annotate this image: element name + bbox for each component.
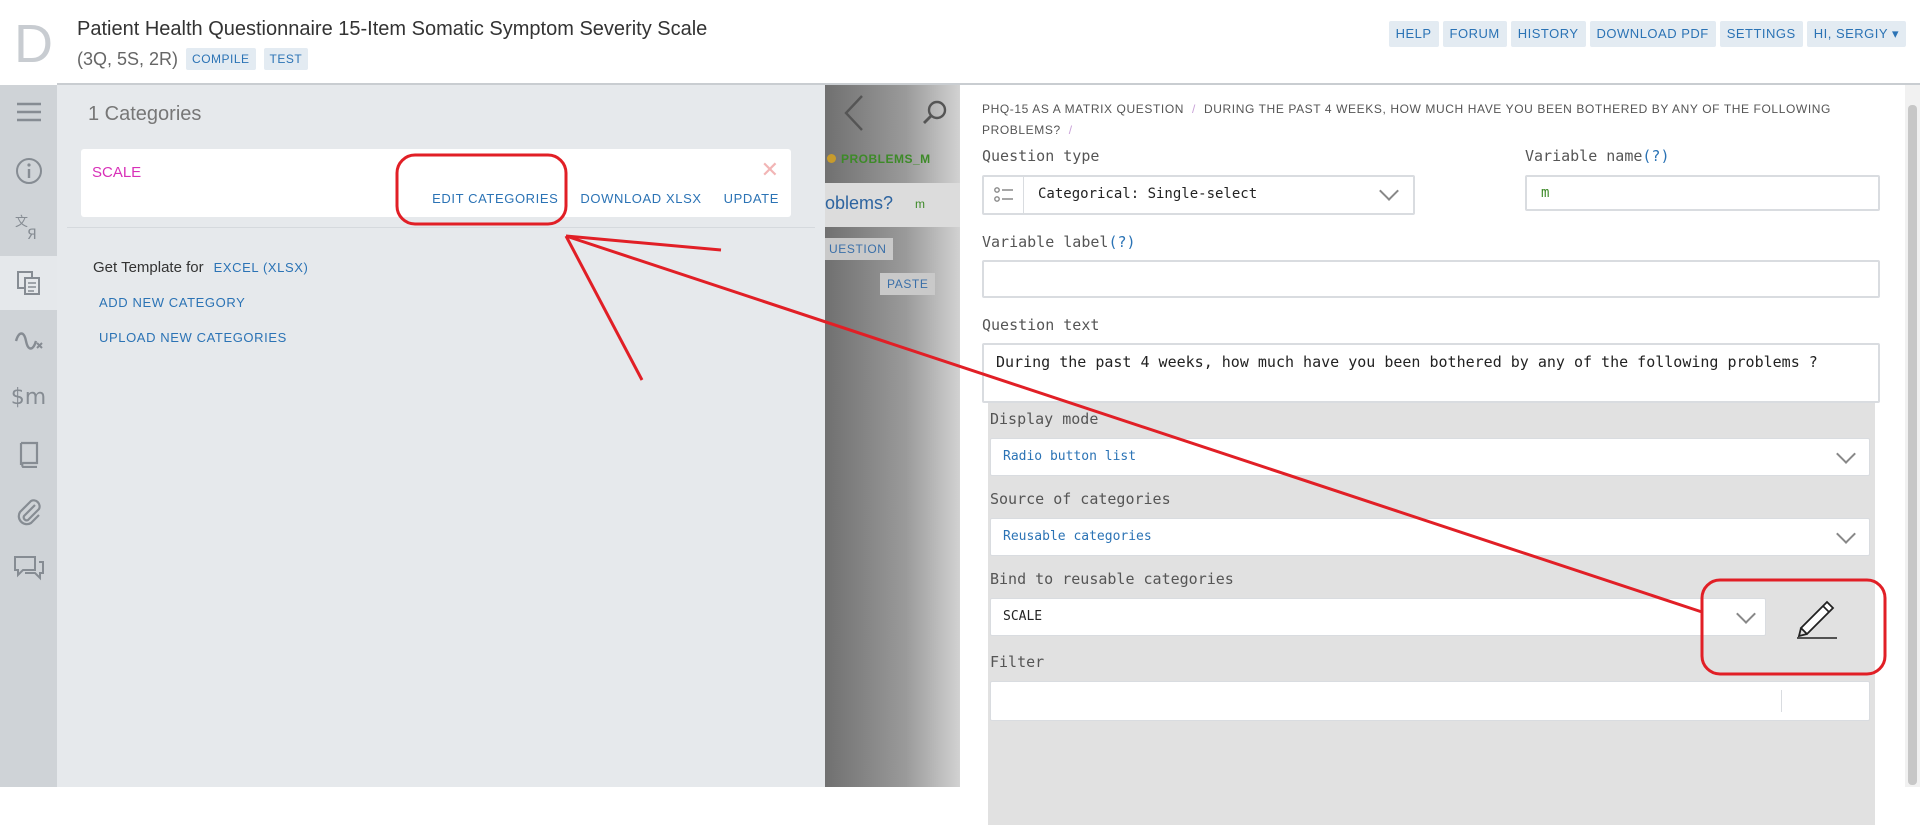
- attachment-icon[interactable]: [0, 485, 57, 539]
- svg-text:Я: Я: [27, 227, 37, 241]
- add-new-category-button[interactable]: ADD NEW CATEGORY: [99, 295, 245, 310]
- categories-count: 1 Categories: [88, 103, 202, 125]
- bind-reusable-select[interactable]: SCALE: [990, 598, 1766, 636]
- breadcrumb-separator: /: [1192, 102, 1196, 116]
- question-type-label: Question type: [982, 147, 1100, 165]
- breadcrumb: PHQ-15 AS A MATRIX QUESTION / DURING THE P…: [982, 99, 1882, 141]
- edit-categories-button[interactable]: EDIT CATEGORIES: [432, 191, 558, 206]
- menu-icon[interactable]: [0, 85, 57, 139]
- caret-down-icon: ▾: [1891, 26, 1899, 41]
- chevron-down-icon: [1379, 181, 1399, 201]
- filter-label: Filter: [990, 653, 1045, 671]
- chevron-down-icon: [1836, 524, 1856, 544]
- collapse-arrow-icon[interactable]: [825, 85, 883, 140]
- filter-divider: [1781, 690, 1782, 712]
- delete-category-icon[interactable]: ✕: [761, 157, 779, 183]
- history-button[interactable]: HISTORY: [1510, 21, 1586, 47]
- forum-button[interactable]: FORUM: [1442, 21, 1507, 47]
- question-text-input[interactable]: During the past 4 weeks, how much have y…: [982, 343, 1880, 403]
- question-text-value: During the past 4 weeks, how much have y…: [996, 353, 1818, 371]
- editor-scrollbar[interactable]: [1905, 85, 1920, 787]
- display-mode-value: Radio button list: [1003, 449, 1137, 464]
- comments-icon[interactable]: [0, 541, 57, 595]
- question-tree-item-text: oblems?: [825, 193, 894, 213]
- roster-tag[interactable]: PROBLEMS_M: [827, 152, 931, 166]
- bind-reusable-label: Bind to reusable categories: [990, 570, 1234, 588]
- questionnaire-subtitle: (3Q, 5S, 2R) COMPILE TEST: [77, 48, 309, 70]
- download-pdf-button[interactable]: DOWNLOAD PDF: [1589, 21, 1716, 47]
- question-tree-panel: PROBLEMS_M oblems? m UESTION PASTE: [825, 85, 960, 787]
- breadcrumb-separator: /: [1068, 123, 1073, 137]
- add-question-button[interactable]: UESTION: [825, 238, 893, 260]
- bind-reusable-value: SCALE: [1003, 609, 1043, 624]
- download-xlsx-button[interactable]: DOWNLOAD XLSX: [580, 191, 701, 206]
- help-button[interactable]: HELP: [1388, 21, 1439, 47]
- question-text-label: Question text: [982, 316, 1100, 334]
- question-tree-item[interactable]: oblems? m: [825, 183, 960, 227]
- search-icon[interactable]: [910, 93, 960, 133]
- breadcrumb-item-section[interactable]: PHQ-15 AS A MATRIX QUESTION: [982, 102, 1184, 116]
- macros-icon[interactable]: [0, 313, 57, 367]
- question-editor: PHQ-15 AS A MATRIX QUESTION / DURING THE P…: [960, 85, 1905, 825]
- display-mode-select[interactable]: Radio button list: [990, 438, 1870, 476]
- info-icon[interactable]: [0, 144, 57, 198]
- variable-name-help-icon[interactable]: (?): [1642, 147, 1669, 165]
- roster-dot: [827, 154, 836, 163]
- variable-label-input[interactable]: [982, 260, 1880, 298]
- chevron-down-icon: [1736, 604, 1756, 624]
- app-logo[interactable]: D: [14, 17, 53, 71]
- settings-button[interactable]: SETTINGS: [1719, 21, 1803, 47]
- roster-tag-label: PROBLEMS_M: [841, 152, 931, 166]
- source-of-categories-label: Source of categories: [990, 490, 1171, 508]
- question-tree-item-var: m: [915, 197, 925, 211]
- category-card: SCALE ✕ EDIT CATEGORIES DOWNLOAD XLSX UP…: [81, 149, 791, 217]
- compile-button[interactable]: COMPILE: [186, 48, 256, 70]
- user-greeting: HI, SERGIY: [1813, 26, 1888, 41]
- categories-panel: 1 Categories SCALE ✕ EDIT CATEGORIES DOW…: [57, 85, 825, 787]
- app-header: D Patient Health Questionnaire 15-Item S…: [0, 0, 1920, 85]
- test-button[interactable]: TEST: [263, 48, 309, 70]
- edit-reusable-categories-icon[interactable]: [1793, 594, 1839, 645]
- variables-icon[interactable]: $m: [0, 370, 57, 424]
- single-select-icon: [984, 177, 1024, 213]
- template-label: Get Template for: [93, 259, 204, 276]
- upload-new-categories-button[interactable]: UPLOAD NEW CATEGORIES: [99, 330, 287, 345]
- variable-name-label-text: Variable name: [1525, 147, 1643, 165]
- filter-input[interactable]: [990, 681, 1870, 721]
- category-name[interactable]: SCALE: [92, 164, 141, 181]
- update-button[interactable]: UPDATE: [724, 191, 779, 206]
- excel-template-link[interactable]: EXCEL (XLSX): [214, 260, 309, 275]
- variable-name-value: m: [1541, 185, 1550, 201]
- template-row: Get Template for EXCEL (XLSX): [93, 259, 309, 276]
- variable-label-label-text: Variable label: [982, 233, 1109, 251]
- chevron-down-icon: [1836, 444, 1856, 464]
- translation-icon[interactable]: 文Я: [0, 200, 57, 254]
- categories-icon[interactable]: [0, 256, 57, 310]
- variable-name-label: Variable name(?): [1525, 147, 1670, 165]
- variable-name-input[interactable]: m: [1525, 175, 1880, 211]
- questionnaire-title[interactable]: Patient Health Questionnaire 15-Item Som…: [77, 18, 707, 41]
- question-type-select[interactable]: Categorical: Single-select: [982, 175, 1415, 215]
- variable-label-help-icon[interactable]: (?): [1108, 233, 1135, 251]
- logo-area: D: [0, 0, 57, 85]
- paste-button[interactable]: PASTE: [880, 273, 936, 295]
- top-nav: HELP FORUM HISTORY DOWNLOAD PDF SETTINGS…: [1388, 21, 1906, 47]
- variable-label-label: Variable label(?): [982, 233, 1136, 251]
- user-menu-button[interactable]: HI, SERGIY ▾: [1806, 21, 1906, 47]
- source-of-categories-select[interactable]: Reusable categories: [990, 518, 1870, 556]
- category-actions: EDIT CATEGORIES DOWNLOAD XLSX UPDATE: [432, 191, 779, 206]
- divider: [67, 227, 815, 228]
- left-rail: 文Я $m: [0, 85, 57, 787]
- book-icon[interactable]: [0, 427, 57, 481]
- source-of-categories-value: Reusable categories: [1003, 529, 1152, 544]
- display-mode-label: Display mode: [990, 410, 1099, 428]
- scrollbar-thumb[interactable]: [1908, 105, 1917, 785]
- categories-settings-section: Display mode Radio button list Source of…: [988, 403, 1875, 825]
- question-type-value: Categorical: Single-select: [1038, 186, 1258, 202]
- questionnaire-counts: (3Q, 5S, 2R): [77, 48, 179, 69]
